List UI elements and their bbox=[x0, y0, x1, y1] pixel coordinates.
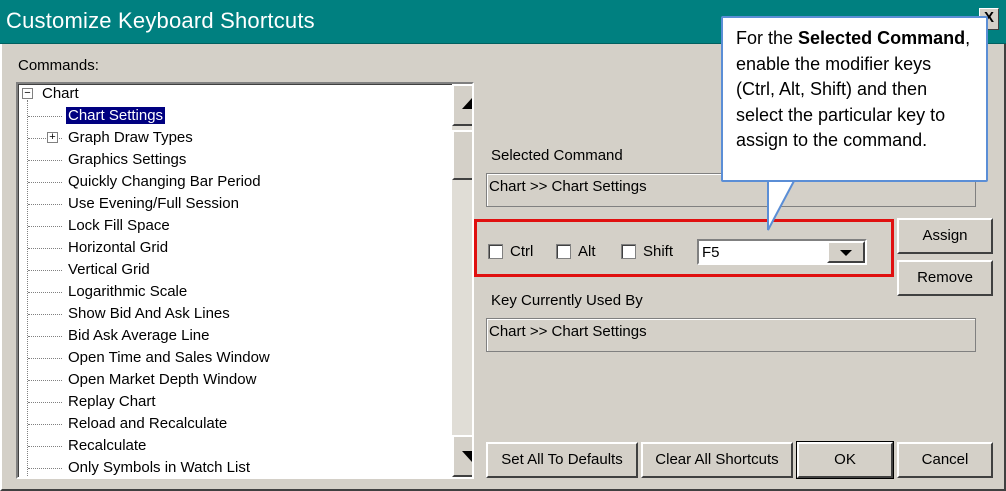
tree-item[interactable]: Replay Chart bbox=[18, 392, 418, 412]
commands-scrollbar[interactable] bbox=[452, 84, 472, 477]
tree-item[interactable]: Recalculate bbox=[18, 436, 418, 456]
tree-item-label: Bid Ask Average Line bbox=[68, 327, 210, 344]
selected-command-label: Selected Command bbox=[491, 147, 623, 164]
callout-pointer bbox=[767, 180, 795, 231]
tree-item[interactable]: Chart Settings bbox=[18, 106, 418, 126]
tree-item[interactable]: Quickly Changing Bar Period bbox=[18, 172, 418, 192]
tree-item-label: Chart Settings bbox=[66, 107, 166, 124]
scroll-thumb[interactable] bbox=[452, 130, 472, 180]
tree-item-label: Recalculate bbox=[68, 437, 147, 454]
clear-all-shortcuts-button[interactable]: Clear All Shortcuts bbox=[641, 442, 793, 478]
ok-button[interactable]: OK bbox=[796, 441, 894, 479]
tree-item-label: Open Time and Sales Window bbox=[68, 349, 270, 366]
callout-text-1: For the bbox=[736, 28, 799, 48]
tree-item-label: Logarithmic Scale bbox=[68, 283, 188, 300]
shift-checkbox[interactable] bbox=[621, 244, 636, 259]
alt-checkbox[interactable] bbox=[556, 244, 571, 259]
key-select-value: F5 bbox=[702, 244, 720, 261]
tree-item[interactable]: Use Evening/Full Session bbox=[18, 194, 418, 214]
key-used-by-value: Chart >> Chart Settings bbox=[489, 323, 647, 340]
help-callout: For the Selected Command, enable the mod… bbox=[721, 16, 988, 182]
commands-tree-list: − Chart Chart Settings + Graph Draw Types G… bbox=[18, 84, 436, 477]
chevron-down-icon bbox=[840, 250, 852, 256]
window-title: Customize Keyboard Shortcuts bbox=[6, 8, 315, 33]
scroll-up-button[interactable] bbox=[452, 84, 472, 126]
tree-item[interactable]: Open Time and Sales Window bbox=[18, 348, 418, 368]
tree-item[interactable]: Horizontal Grid bbox=[18, 238, 418, 258]
tree-item[interactable]: Graphics Settings bbox=[18, 150, 418, 170]
tree-item[interactable]: Reload and Recalculate bbox=[18, 414, 418, 434]
alt-label: Alt bbox=[578, 243, 596, 260]
tree-item-label: Use Evening/Full Session bbox=[68, 195, 239, 212]
tree-item[interactable]: Logarithmic Scale bbox=[18, 282, 418, 302]
tree-item-label: Graph Draw Types bbox=[68, 129, 193, 146]
tree-item-chart[interactable]: − Chart bbox=[18, 84, 418, 104]
key-select[interactable]: F5 bbox=[697, 239, 867, 265]
tree-item[interactable]: Vertical Grid bbox=[18, 260, 418, 280]
tree-item-label: Reload and Recalculate bbox=[68, 415, 228, 432]
selected-command-value: Chart >> Chart Settings bbox=[489, 178, 647, 195]
tree-item-label: Replay Chart bbox=[68, 393, 156, 410]
arrow-up-icon bbox=[462, 98, 472, 109]
key-select-dropdown-button[interactable] bbox=[827, 241, 865, 263]
commands-tree[interactable]: − Chart Chart Settings + Graph Draw Types G… bbox=[16, 82, 474, 479]
tree-item[interactable]: Lock Fill Space bbox=[18, 216, 418, 236]
assign-button[interactable]: Assign bbox=[897, 218, 993, 254]
tree-item-label: Lock Fill Space bbox=[68, 217, 170, 234]
ctrl-label: Ctrl bbox=[510, 243, 534, 260]
tree-item[interactable]: Bid Ask Average Line bbox=[18, 326, 418, 346]
arrow-down-icon bbox=[462, 451, 472, 462]
expand-icon[interactable]: + bbox=[47, 132, 58, 143]
cancel-button[interactable]: Cancel bbox=[897, 442, 993, 478]
tree-item-label: Open Market Depth Window bbox=[68, 371, 257, 388]
tree-item-label: Only Symbols in Watch List bbox=[68, 459, 250, 476]
collapse-icon[interactable]: − bbox=[22, 88, 33, 99]
tree-item-label: Vertical Grid bbox=[68, 261, 150, 278]
commands-label: Commands: bbox=[18, 57, 99, 74]
tree-item[interactable]: Show Bid And Ask Lines bbox=[18, 304, 418, 324]
tree-item-label: Quickly Changing Bar Period bbox=[68, 173, 261, 190]
tree-item-label: Chart bbox=[42, 85, 79, 102]
ctrl-checkbox[interactable] bbox=[488, 244, 503, 259]
tree-item-label: Graphics Settings bbox=[68, 151, 187, 168]
tree-item[interactable]: Open Market Depth Window bbox=[18, 370, 418, 390]
tree-item-label: Show Bid And Ask Lines bbox=[68, 305, 230, 322]
set-all-to-defaults-button[interactable]: Set All To Defaults bbox=[486, 442, 638, 478]
shift-label: Shift bbox=[643, 243, 674, 260]
callout-bold-text: Selected Command bbox=[798, 28, 966, 48]
tree-item[interactable]: Only Symbols in Watch List bbox=[18, 458, 418, 477]
scroll-down-button[interactable] bbox=[452, 435, 472, 477]
key-used-by-field: Chart >> Chart Settings bbox=[486, 318, 976, 352]
remove-button[interactable]: Remove bbox=[897, 260, 993, 296]
tree-item-label: Horizontal Grid bbox=[68, 239, 169, 256]
tree-item[interactable]: + Graph Draw Types bbox=[18, 128, 418, 148]
key-used-by-label: Key Currently Used By bbox=[491, 292, 643, 309]
